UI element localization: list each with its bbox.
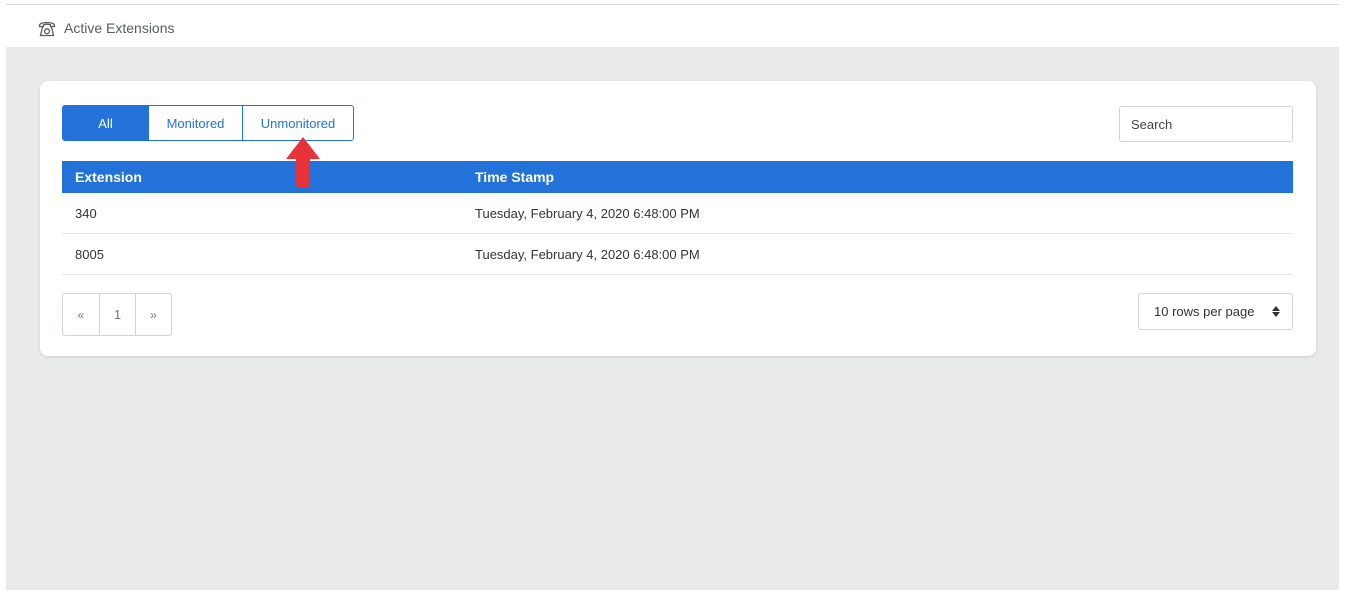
table-row[interactable]: 340 Tuesday, February 4, 2020 6:48:00 PM — [62, 193, 1293, 234]
extensions-card: All Monitored Unmonitored Extension Time… — [40, 81, 1316, 356]
extensions-table: Extension Time Stamp 340 Tuesday, Februa… — [62, 161, 1293, 275]
cell-extension: 8005 — [75, 246, 104, 262]
next-page-button[interactable]: » — [135, 294, 171, 335]
cell-time-stamp: Tuesday, February 4, 2020 6:48:00 PM — [475, 246, 700, 262]
filter-unmonitored-button[interactable]: Unmonitored — [242, 106, 353, 140]
page-title: Active Extensions — [64, 20, 175, 36]
cell-extension: 340 — [75, 205, 97, 221]
rows-per-page-label: 10 rows per page — [1154, 304, 1255, 319]
column-header-time-stamp[interactable]: Time Stamp — [475, 169, 1293, 185]
filter-monitored-button[interactable]: Monitored — [148, 106, 242, 140]
top-divider — [6, 4, 1339, 5]
column-header-extension[interactable]: Extension — [62, 169, 475, 185]
table-header: Extension Time Stamp — [62, 161, 1293, 193]
annotation-arrow-icon — [286, 137, 320, 187]
rows-per-page-select[interactable]: 10 rows per page — [1138, 293, 1293, 330]
search-input[interactable] — [1119, 106, 1293, 142]
table-row[interactable]: 8005 Tuesday, February 4, 2020 6:48:00 P… — [62, 234, 1293, 275]
page-header: Active Extensions — [36, 16, 175, 40]
sort-caret-icon — [1272, 306, 1280, 317]
phone-icon — [36, 17, 58, 39]
prev-page-button[interactable]: « — [63, 294, 99, 335]
filter-all-button[interactable]: All — [63, 106, 148, 140]
cell-time-stamp: Tuesday, February 4, 2020 6:48:00 PM — [475, 205, 700, 221]
page-1-button[interactable]: 1 — [99, 294, 135, 335]
pagination: « 1 » — [62, 293, 172, 336]
